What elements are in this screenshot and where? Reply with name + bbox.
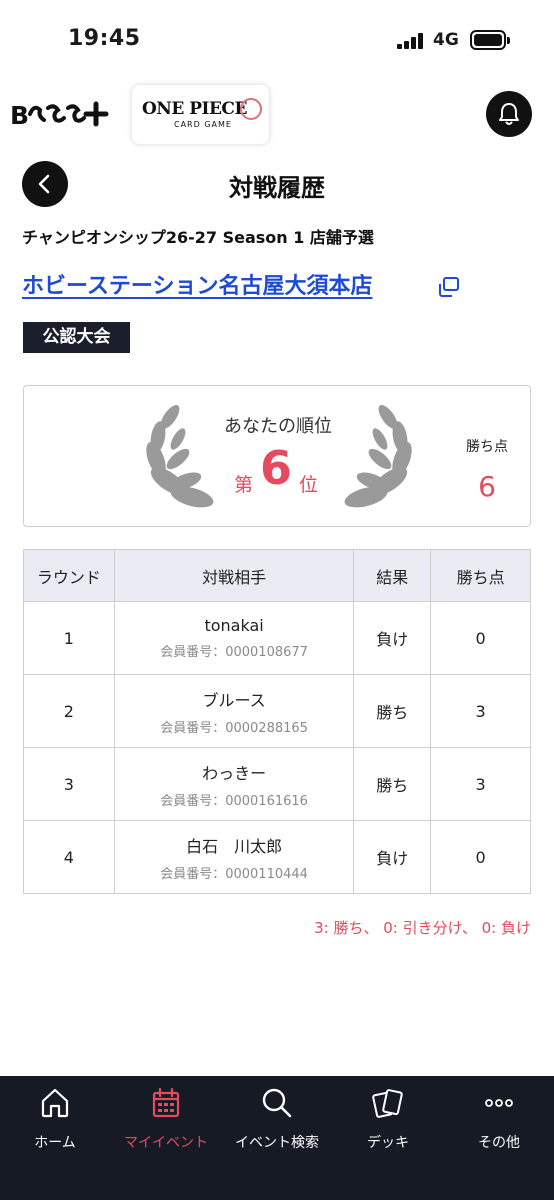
status-time: 19:45: [68, 26, 141, 51]
logo-title: ONE PIECE: [142, 99, 247, 119]
rank-number: 6: [259, 441, 292, 495]
points-cell: 3: [430, 747, 531, 821]
logo-ring-icon: [240, 98, 262, 120]
more-icon: [485, 1099, 513, 1107]
header-round: ラウンド: [23, 549, 115, 602]
member-number: 会員番号：0000110444: [160, 866, 308, 882]
table-row: 3 わっきー 会員番号：0000161616 勝ち 3: [23, 747, 531, 821]
search-icon: [262, 1088, 292, 1118]
notifications-button[interactable]: [486, 91, 532, 137]
laurel-right-icon: [344, 405, 412, 508]
member-number: 会員番号：0000288165: [160, 720, 308, 736]
one-piece-card-game-logo[interactable]: ONE PIECE CARD GAME: [132, 85, 269, 144]
round-cell: 2: [23, 674, 115, 748]
header-result: 結果: [353, 549, 432, 602]
table-row: 2 ブルース 会員番号：0000288165 勝ち 3: [23, 674, 531, 748]
nav-label: マイイベント: [124, 1135, 208, 1151]
opponent-cell: ブルース 会員番号：0000288165: [113, 674, 355, 748]
bell-icon: [499, 103, 519, 125]
opponent-name: ブルース: [202, 690, 266, 710]
bottom-navigation: ホーム マイイベント イベント検索 デッキ その他: [0, 1076, 554, 1200]
result-cell: 勝ち: [353, 747, 432, 821]
svg-text:B: B: [10, 101, 29, 130]
nav-item-home[interactable]: ホーム: [0, 1086, 110, 1152]
nav-item-event-search[interactable]: イベント検索: [222, 1086, 332, 1152]
cellular-signal-icon: [397, 33, 427, 49]
cards-icon: [372, 1089, 403, 1118]
opponent-name: tonakai: [204, 616, 264, 635]
store-name-link[interactable]: ホビーステーション名古屋大須本店: [22, 268, 372, 300]
rank-prefix: 第: [234, 474, 254, 496]
member-number: 会員番号：0000108677: [160, 645, 308, 660]
nav-label: デッキ: [367, 1135, 409, 1151]
nav-label: イベント検索: [235, 1135, 319, 1151]
event-name: チャンピオンシップ26-27 Season 1 店舗予選: [22, 228, 374, 247]
battery-level: [474, 34, 502, 46]
table-row: 1 tonakai 会員番号：0000108677 負け 0: [23, 601, 531, 675]
nav-item-more[interactable]: その他: [444, 1086, 554, 1152]
opponent-name: わっきー: [202, 763, 267, 783]
member-number: 会員番号：0000161616: [160, 793, 308, 809]
points-legend: 3: 勝ち、 0: 引き分け、 0: 負け: [314, 919, 531, 937]
header-opponent: 対戦相手: [113, 549, 355, 602]
round-cell: 3: [23, 747, 115, 821]
page-title: 対戦履歴: [229, 174, 325, 202]
opponent-cell: tonakai 会員番号：0000108677: [113, 601, 355, 675]
logo-subtitle: CARD GAME: [174, 120, 232, 129]
points-cell: 0: [430, 601, 531, 675]
result-cell: 勝ち: [353, 674, 432, 748]
result-cell: 負け: [353, 820, 432, 894]
match-results-table: ラウンド 対戦相手 結果 勝ち点 1 tonakai 会員番号：00001086…: [23, 549, 531, 894]
nav-label: ホーム: [34, 1135, 76, 1151]
status-bar: 19:45 4G: [0, 0, 554, 84]
battery-icon: [470, 30, 510, 50]
external-link-icon[interactable]: [438, 276, 460, 298]
round-cell: 1: [23, 601, 115, 675]
points-cell: 3: [430, 674, 531, 748]
points-value: 6: [478, 470, 496, 503]
nav-label: その他: [478, 1135, 520, 1151]
round-cell: 4: [23, 820, 115, 894]
home-icon: [41, 1088, 69, 1118]
table-header-row: ラウンド 対戦相手 結果 勝ち点: [23, 549, 531, 602]
nav-item-my-events[interactable]: マイイベント: [111, 1086, 221, 1152]
opponent-cell: 白石 川太郎 会員番号：0000110444: [113, 820, 355, 894]
bandai-tcg-plus-logo[interactable]: B: [10, 96, 115, 132]
header-points: 勝ち点: [430, 549, 531, 602]
result-cell: 負け: [353, 601, 432, 675]
official-tournament-badge: 公認大会: [23, 322, 130, 353]
calendar-icon: [152, 1087, 180, 1118]
nav-item-deck[interactable]: デッキ: [333, 1086, 443, 1152]
network-type: 4G: [433, 30, 459, 50]
rank-card: あなたの順位 第 6 位 勝ち点 6: [23, 385, 531, 527]
rank-suffix: 位: [299, 474, 319, 496]
points-label: 勝ち点: [466, 439, 508, 455]
opponent-cell: わっきー 会員番号：0000161616: [113, 747, 355, 821]
laurel-left-icon: [146, 405, 214, 508]
rank-caption: あなたの順位: [224, 416, 332, 437]
opponent-name: 白石 川太郎: [186, 836, 283, 856]
table-row: 4 白石 川太郎 会員番号：0000110444 負け 0: [23, 820, 531, 894]
points-cell: 0: [430, 820, 531, 894]
